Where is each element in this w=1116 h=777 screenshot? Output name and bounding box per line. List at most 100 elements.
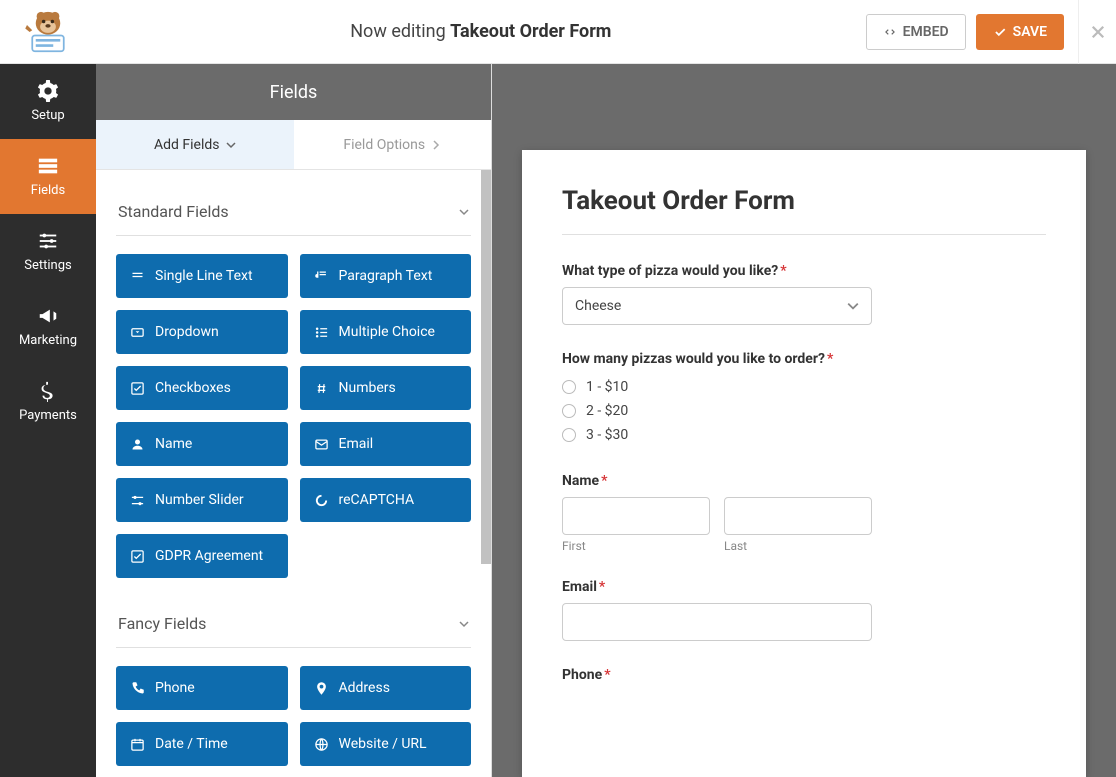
embed-label: EMBED bbox=[903, 24, 949, 40]
radio-icon bbox=[562, 404, 576, 418]
main-area: Setup Fields Settings Marketing Payments… bbox=[0, 64, 1116, 777]
fancy-fields-grid: Phone Address Date / Time Website / URL bbox=[116, 666, 471, 766]
field-number-slider[interactable]: Number Slider bbox=[116, 478, 288, 522]
sliders-icon bbox=[37, 230, 59, 252]
form-title: Takeout Order Form bbox=[562, 186, 1046, 216]
radio-label: 3 - $30 bbox=[586, 427, 628, 443]
radio-option-3[interactable]: 3 - $30 bbox=[562, 423, 1046, 447]
field-label: Phone* bbox=[562, 667, 1046, 683]
fields-tabs: Add Fields Field Options bbox=[96, 120, 491, 170]
field-numbers[interactable]: Numbers bbox=[300, 366, 472, 410]
nav-settings[interactable]: Settings bbox=[0, 214, 96, 289]
panel-scrollbar[interactable] bbox=[481, 170, 491, 564]
field-label: Checkboxes bbox=[155, 380, 231, 396]
tab-add-fields-label: Add Fields bbox=[154, 137, 220, 153]
check-icon bbox=[993, 25, 1007, 39]
last-name-input[interactable] bbox=[724, 497, 872, 535]
field-name[interactable]: Name* First Last bbox=[562, 473, 1046, 553]
fields-panel-body: Standard Fields Single Line Text Paragra… bbox=[96, 170, 491, 777]
field-phone[interactable]: Phone bbox=[116, 666, 288, 710]
field-label: Phone bbox=[155, 680, 195, 696]
calendar-icon bbox=[130, 737, 145, 752]
field-multiple-choice[interactable]: Multiple Choice bbox=[300, 310, 472, 354]
field-paragraph-text[interactable]: Paragraph Text bbox=[300, 254, 472, 298]
save-label: SAVE bbox=[1013, 24, 1047, 40]
section-standard-label: Standard Fields bbox=[118, 202, 229, 221]
field-email[interactable]: Email bbox=[300, 422, 472, 466]
field-label: reCAPTCHA bbox=[339, 492, 415, 508]
radio-option-1[interactable]: 1 - $10 bbox=[562, 375, 1046, 399]
field-phone[interactable]: Phone* bbox=[562, 667, 1046, 683]
section-fancy-label: Fancy Fields bbox=[118, 614, 206, 633]
field-label: Name bbox=[155, 436, 192, 452]
field-pizza-count[interactable]: How many pizzas would you like to order?… bbox=[562, 351, 1046, 447]
field-recaptcha[interactable]: reCAPTCHA bbox=[300, 478, 472, 522]
field-checkboxes[interactable]: Checkboxes bbox=[116, 366, 288, 410]
field-address[interactable]: Address bbox=[300, 666, 472, 710]
form-preview-area: Takeout Order Form What type of pizza wo… bbox=[492, 64, 1116, 777]
field-website[interactable]: Website / URL bbox=[300, 722, 472, 766]
tab-add-fields[interactable]: Add Fields bbox=[96, 120, 294, 169]
divider bbox=[562, 234, 1046, 235]
close-button[interactable] bbox=[1078, 0, 1116, 64]
section-standard-fields[interactable]: Standard Fields bbox=[116, 188, 471, 236]
app-logo bbox=[0, 9, 96, 55]
embed-button[interactable]: EMBED bbox=[866, 14, 966, 50]
email-input[interactable] bbox=[562, 603, 872, 641]
field-label: Number Slider bbox=[155, 492, 244, 508]
nav-fields-label: Fields bbox=[31, 183, 65, 198]
field-dropdown[interactable]: Dropdown bbox=[116, 310, 288, 354]
vertical-nav: Setup Fields Settings Marketing Payments bbox=[0, 64, 96, 777]
field-label: Email bbox=[339, 436, 374, 452]
top-actions: EMBED SAVE bbox=[866, 14, 1078, 50]
list-icon bbox=[37, 155, 59, 177]
check-square-icon bbox=[130, 381, 145, 396]
sliders-icon bbox=[130, 493, 145, 508]
gear-icon bbox=[37, 80, 59, 102]
nav-payments[interactable]: Payments bbox=[0, 364, 96, 439]
globe-icon bbox=[314, 737, 329, 752]
chevron-down-icon bbox=[459, 619, 469, 629]
tab-field-options[interactable]: Field Options bbox=[294, 120, 492, 169]
first-sublabel: First bbox=[562, 539, 710, 553]
text-icon bbox=[130, 269, 145, 284]
first-name-input[interactable] bbox=[562, 497, 710, 535]
field-label: Address bbox=[339, 680, 390, 696]
nav-marketing[interactable]: Marketing bbox=[0, 289, 96, 364]
field-label: Name* bbox=[562, 473, 1046, 489]
bullhorn-icon bbox=[37, 305, 59, 327]
field-datetime[interactable]: Date / Time bbox=[116, 722, 288, 766]
label-text: Name bbox=[562, 473, 599, 489]
nav-setup[interactable]: Setup bbox=[0, 64, 96, 139]
section-fancy-fields[interactable]: Fancy Fields bbox=[116, 600, 471, 648]
field-name[interactable]: Name bbox=[116, 422, 288, 466]
nav-fields[interactable]: Fields bbox=[0, 139, 96, 214]
radio-option-2[interactable]: 2 - $20 bbox=[562, 399, 1046, 423]
field-label: Numbers bbox=[339, 380, 396, 396]
nav-payments-label: Payments bbox=[19, 408, 77, 423]
chevron-down-icon bbox=[226, 140, 236, 150]
required-asterisk: * bbox=[599, 579, 605, 595]
select-value: Cheese bbox=[575, 298, 621, 314]
standard-fields-grid: Single Line Text Paragraph Text Dropdown… bbox=[116, 254, 471, 578]
last-name-col: Last bbox=[724, 497, 872, 553]
hash-icon bbox=[314, 381, 329, 396]
field-label: Single Line Text bbox=[155, 268, 253, 284]
required-asterisk: * bbox=[601, 473, 607, 489]
field-single-line-text[interactable]: Single Line Text bbox=[116, 254, 288, 298]
pizza-type-select[interactable]: Cheese bbox=[562, 287, 872, 325]
field-gdpr-agreement[interactable]: GDPR Agreement bbox=[116, 534, 288, 578]
list-icon bbox=[314, 325, 329, 340]
field-pizza-type[interactable]: What type of pizza would you like?* Chee… bbox=[562, 263, 1046, 325]
first-name-col: First bbox=[562, 497, 710, 553]
close-icon bbox=[1089, 23, 1107, 41]
label-text: How many pizzas would you like to order? bbox=[562, 351, 825, 367]
chevron-down-icon bbox=[847, 300, 859, 312]
pin-icon bbox=[314, 681, 329, 696]
field-email[interactable]: Email* bbox=[562, 579, 1046, 641]
save-button[interactable]: SAVE bbox=[976, 14, 1064, 50]
scrollbar-thumb[interactable] bbox=[481, 170, 491, 564]
label-text: What type of pizza would you like? bbox=[562, 263, 778, 279]
fields-panel: Fields Add Fields Field Options Standard… bbox=[96, 64, 492, 777]
radio-label: 2 - $20 bbox=[586, 403, 628, 419]
